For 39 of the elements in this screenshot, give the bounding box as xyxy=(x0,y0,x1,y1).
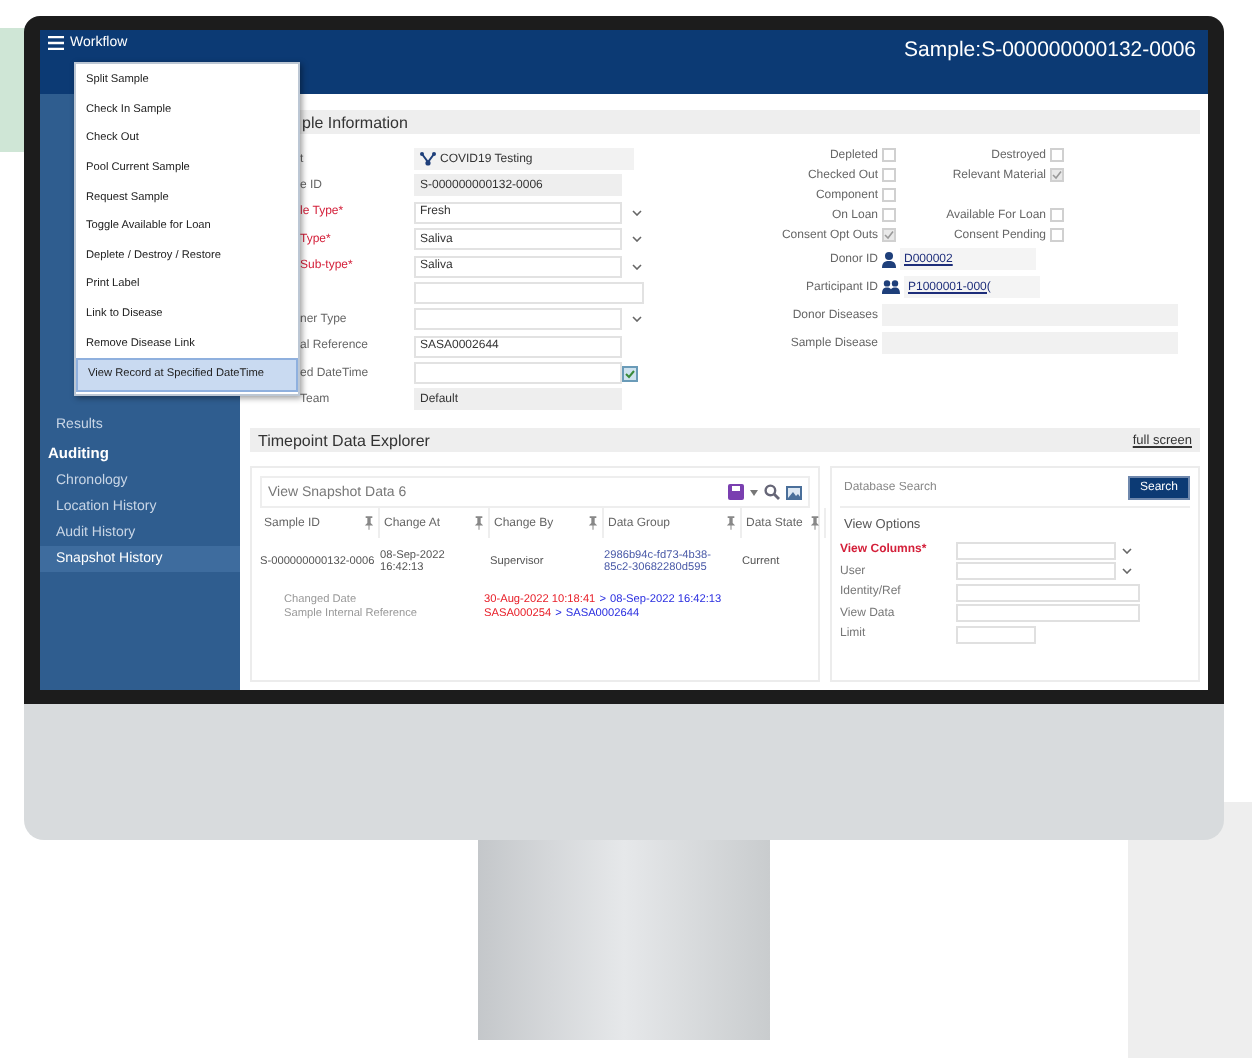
filter-icon[interactable] xyxy=(588,516,598,530)
caret-icon[interactable] xyxy=(1121,568,1131,574)
checkbox[interactable] xyxy=(882,208,896,222)
checkbox[interactable] xyxy=(1050,148,1064,162)
checkbox[interactable] xyxy=(882,228,896,242)
caret-icon[interactable] xyxy=(750,489,758,495)
save-icon[interactable] xyxy=(728,484,744,500)
caret-icon[interactable] xyxy=(631,209,641,216)
filter-icon[interactable] xyxy=(810,516,820,530)
checkbox[interactable] xyxy=(1050,168,1064,182)
checkbox[interactable] xyxy=(882,168,896,182)
menu-icon[interactable] xyxy=(48,36,64,50)
caret-icon[interactable] xyxy=(631,263,641,270)
calendar-icon[interactable] xyxy=(622,365,638,382)
filter-icon[interactable] xyxy=(474,516,484,530)
checkbox[interactable] xyxy=(882,188,896,202)
filter-icon[interactable] xyxy=(726,516,736,530)
dropdown-field[interactable] xyxy=(414,308,622,331)
text-field[interactable] xyxy=(956,625,1036,643)
dropdown-field[interactable] xyxy=(414,281,644,304)
network-icon xyxy=(420,152,436,167)
text-field[interactable] xyxy=(956,583,1140,601)
caret-icon[interactable] xyxy=(1121,547,1131,553)
person-icon xyxy=(882,251,896,267)
section-title: Timepoint Data Explorer xyxy=(258,431,430,449)
checkbox[interactable] xyxy=(1050,208,1064,222)
filter-icon[interactable] xyxy=(364,516,374,530)
people-icon xyxy=(882,280,900,294)
image-icon[interactable] xyxy=(786,485,802,499)
caret-icon[interactable] xyxy=(631,316,641,323)
caret-icon[interactable] xyxy=(631,236,641,243)
checkbox[interactable] xyxy=(882,148,896,162)
dropdown-field[interactable] xyxy=(956,541,1116,559)
date-field[interactable] xyxy=(414,362,622,385)
checkbox[interactable] xyxy=(1050,228,1064,242)
search-icon[interactable] xyxy=(764,484,780,500)
page-title: Sample:S-000000000132-0006 xyxy=(904,36,1196,62)
text-field[interactable] xyxy=(956,604,1140,622)
dropdown-field[interactable] xyxy=(956,562,1116,580)
